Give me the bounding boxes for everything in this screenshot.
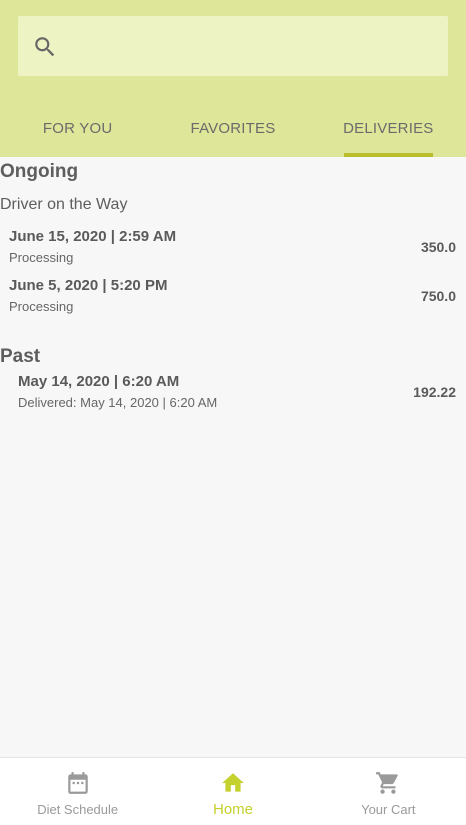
order-row[interactable]: June 15, 2020 | 2:59 AM Processing 350.0 — [0, 228, 466, 272]
cart-icon — [376, 772, 399, 794]
order-amount: 750.0 — [420, 288, 456, 304]
tab-deliveries[interactable]: DELIVERIES — [311, 105, 466, 157]
nav-label: Your Cart — [361, 802, 416, 817]
app-header: FOR YOU FAVORITES DELIVERIES — [0, 0, 466, 157]
nav-your-cart[interactable]: Your Cart — [311, 758, 466, 825]
ongoing-section-title: Ongoing — [0, 161, 79, 182]
order-row[interactable]: May 14, 2020 | 6:20 AM Delivered: May 14… — [0, 373, 466, 417]
order-status: Delivered: May 14, 2020 | 6:20 AM — [18, 395, 218, 410]
tab-bar: FOR YOU FAVORITES DELIVERIES — [0, 105, 466, 157]
tab-for-you[interactable]: FOR YOU — [0, 105, 155, 157]
search-icon[interactable] — [32, 34, 58, 60]
order-status: Processing — [9, 250, 74, 265]
tab-favorites[interactable]: FAVORITES — [155, 105, 310, 157]
order-date: June 15, 2020 | 2:59 AM — [9, 228, 177, 245]
order-status: Processing — [9, 299, 74, 314]
order-row[interactable]: June 5, 2020 | 5:20 PM Processing 750.0 — [0, 277, 466, 321]
home-icon — [222, 773, 244, 792]
ongoing-subtitle: Driver on the Way — [0, 196, 128, 213]
nav-label: Diet Schedule — [37, 802, 119, 817]
order-amount: 350.0 — [420, 239, 456, 255]
nav-diet-schedule[interactable]: Diet Schedule — [0, 758, 155, 825]
nav-label: Home — [212, 801, 253, 818]
order-date: May 14, 2020 | 6:20 AM — [18, 373, 180, 390]
search-input[interactable] — [74, 30, 434, 62]
past-section-title: Past — [0, 346, 41, 367]
calendar-icon — [67, 772, 88, 794]
order-date: June 5, 2020 | 5:20 PM — [9, 277, 168, 294]
order-amount: 192.22 — [413, 384, 456, 400]
bottom-navigation: Diet Schedule Home Your Cart — [0, 757, 466, 825]
nav-home[interactable]: Home — [155, 758, 310, 825]
